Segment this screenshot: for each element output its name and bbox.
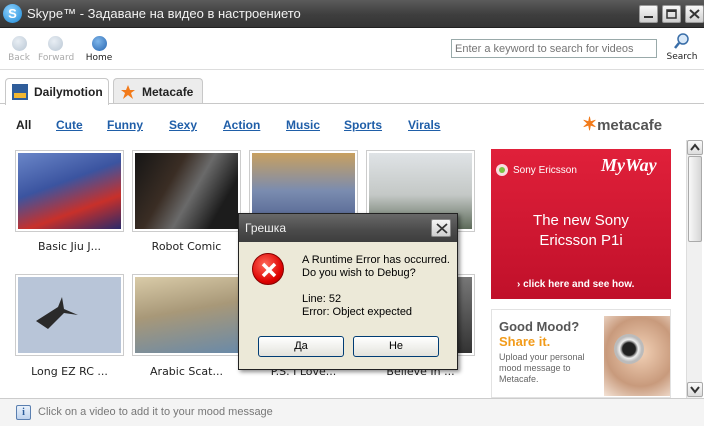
error-x-icon xyxy=(261,262,277,278)
no-button[interactable]: Не xyxy=(353,336,439,357)
dialog-title-bar: Грешка xyxy=(239,214,457,242)
dialog-close-button[interactable] xyxy=(431,219,451,237)
source-tabs: Dailymotion Metacafe xyxy=(0,70,704,105)
category-all[interactable]: All xyxy=(16,118,31,132)
yes-button[interactable]: Да xyxy=(258,336,344,357)
error-icon xyxy=(252,253,284,285)
back-label: Back xyxy=(8,53,30,63)
video-thumbnail[interactable] xyxy=(15,150,124,232)
error-dialog: Грешка A Runtime Error has occurred. Do … xyxy=(238,213,458,370)
scroll-down-button[interactable] xyxy=(687,382,703,397)
dialog-message-line: A Runtime Error has occurred. xyxy=(302,254,450,266)
metacafe-star-icon: ✶ xyxy=(582,114,598,134)
info-icon: i xyxy=(16,405,31,420)
sony-ericsson-logo-icon xyxy=(496,164,508,176)
video-caption[interactable]: Robot Comic xyxy=(129,240,244,253)
ad-title: Good Mood? xyxy=(499,319,580,334)
home-label: Home xyxy=(85,53,113,63)
search-input[interactable] xyxy=(451,39,657,58)
window-title: Skype™ - Задаване на видео в настроениет… xyxy=(27,6,301,21)
dialog-title: Грешка xyxy=(245,221,286,235)
tab-label: Metacafe xyxy=(142,85,194,99)
search-label: Search xyxy=(666,52,698,62)
title-bar: S Skype™ - Задаване на видео в настроени… xyxy=(0,0,704,28)
dialog-message-line: Error: Object expected xyxy=(302,306,413,318)
dialog-message-line: Do you wish to Debug? xyxy=(302,267,416,279)
category-music[interactable]: Music xyxy=(286,118,320,132)
metacafe-logo-text: metacafe xyxy=(597,117,663,134)
ad-headline: The new Sony Ericsson P1i xyxy=(491,211,671,251)
category-sports[interactable]: Sports xyxy=(344,118,382,132)
tab-metacafe[interactable]: Metacafe xyxy=(113,78,203,104)
minimize-icon xyxy=(644,16,653,18)
video-thumbnail[interactable] xyxy=(132,274,241,356)
tab-dailymotion[interactable]: Dailymotion xyxy=(5,78,109,105)
close-button[interactable] xyxy=(685,5,704,23)
forward-arrow-icon xyxy=(47,36,63,51)
forward-label: Forward xyxy=(38,53,75,63)
status-text: Click on a video to add it to your mood … xyxy=(38,406,273,418)
airplane-icon xyxy=(36,297,78,329)
home-icon xyxy=(91,36,107,51)
tab-label: Dailymotion xyxy=(34,85,103,99)
dialog-message-line: Line: 52 xyxy=(302,293,342,305)
skype-logo-icon: S xyxy=(3,4,22,23)
video-caption[interactable]: Arabic Scat... xyxy=(129,365,244,378)
minimize-button[interactable] xyxy=(639,5,658,23)
mood-message-ad[interactable]: Good Mood? Share it. Upload your persona… xyxy=(491,309,671,398)
toolbar: Back Forward Home Search xyxy=(0,28,704,70)
video-image xyxy=(135,153,238,229)
video-thumbnail[interactable] xyxy=(132,150,241,232)
ad-photo xyxy=(604,316,670,396)
chevron-down-icon xyxy=(690,386,700,394)
video-image xyxy=(135,277,238,353)
camera-icon xyxy=(614,334,644,364)
video-image xyxy=(18,153,121,229)
forward-button[interactable]: Forward xyxy=(38,36,75,63)
metacafe-icon xyxy=(121,85,135,99)
status-bar: i Click on a video to add it to your moo… xyxy=(0,398,704,426)
dailymotion-icon xyxy=(12,84,28,100)
ad-headline-line: The new Sony xyxy=(533,212,629,229)
maximize-icon xyxy=(666,9,677,19)
close-icon xyxy=(689,9,700,19)
search-button[interactable]: Search xyxy=(664,33,700,62)
ad-headline-line: Ericsson P1i xyxy=(539,232,623,249)
category-virals[interactable]: Virals xyxy=(408,118,440,132)
vertical-scrollbar[interactable] xyxy=(686,140,703,398)
scroll-thumb[interactable] xyxy=(688,156,702,242)
home-button[interactable]: Home xyxy=(82,36,116,63)
ad-brand: Sony Ericsson xyxy=(513,165,577,176)
video-thumbnail[interactable] xyxy=(15,274,124,356)
maximize-button[interactable] xyxy=(662,5,681,23)
video-caption[interactable]: Long EZ RC ... xyxy=(12,365,127,378)
category-action[interactable]: Action xyxy=(223,118,260,132)
metacafe-logo: ✶metacafe xyxy=(582,114,662,135)
magnifier-icon xyxy=(674,33,689,49)
ad-body: Upload your personal mood message to Met… xyxy=(499,352,585,384)
chevron-up-icon xyxy=(690,143,700,151)
close-icon xyxy=(436,223,448,234)
back-arrow-icon xyxy=(11,36,27,51)
category-cute[interactable]: Cute xyxy=(56,118,83,132)
dialog-message: A Runtime Error has occurred. Do you wis… xyxy=(302,254,454,319)
video-caption[interactable]: Basic Jiu J... xyxy=(12,240,127,253)
video-image xyxy=(18,277,121,353)
back-button[interactable]: Back xyxy=(2,36,36,63)
ad-cta-link[interactable]: › click here and see how. xyxy=(517,279,634,290)
ad-subtitle: Share it. xyxy=(499,334,551,349)
sony-ericsson-ad[interactable]: Sony Ericsson MyWay The new Sony Ericsso… xyxy=(491,149,671,299)
scroll-up-button[interactable] xyxy=(687,140,703,155)
category-funny[interactable]: Funny xyxy=(107,118,143,132)
ad-tagline: MyWay xyxy=(601,155,657,175)
category-sexy[interactable]: Sexy xyxy=(169,118,197,132)
